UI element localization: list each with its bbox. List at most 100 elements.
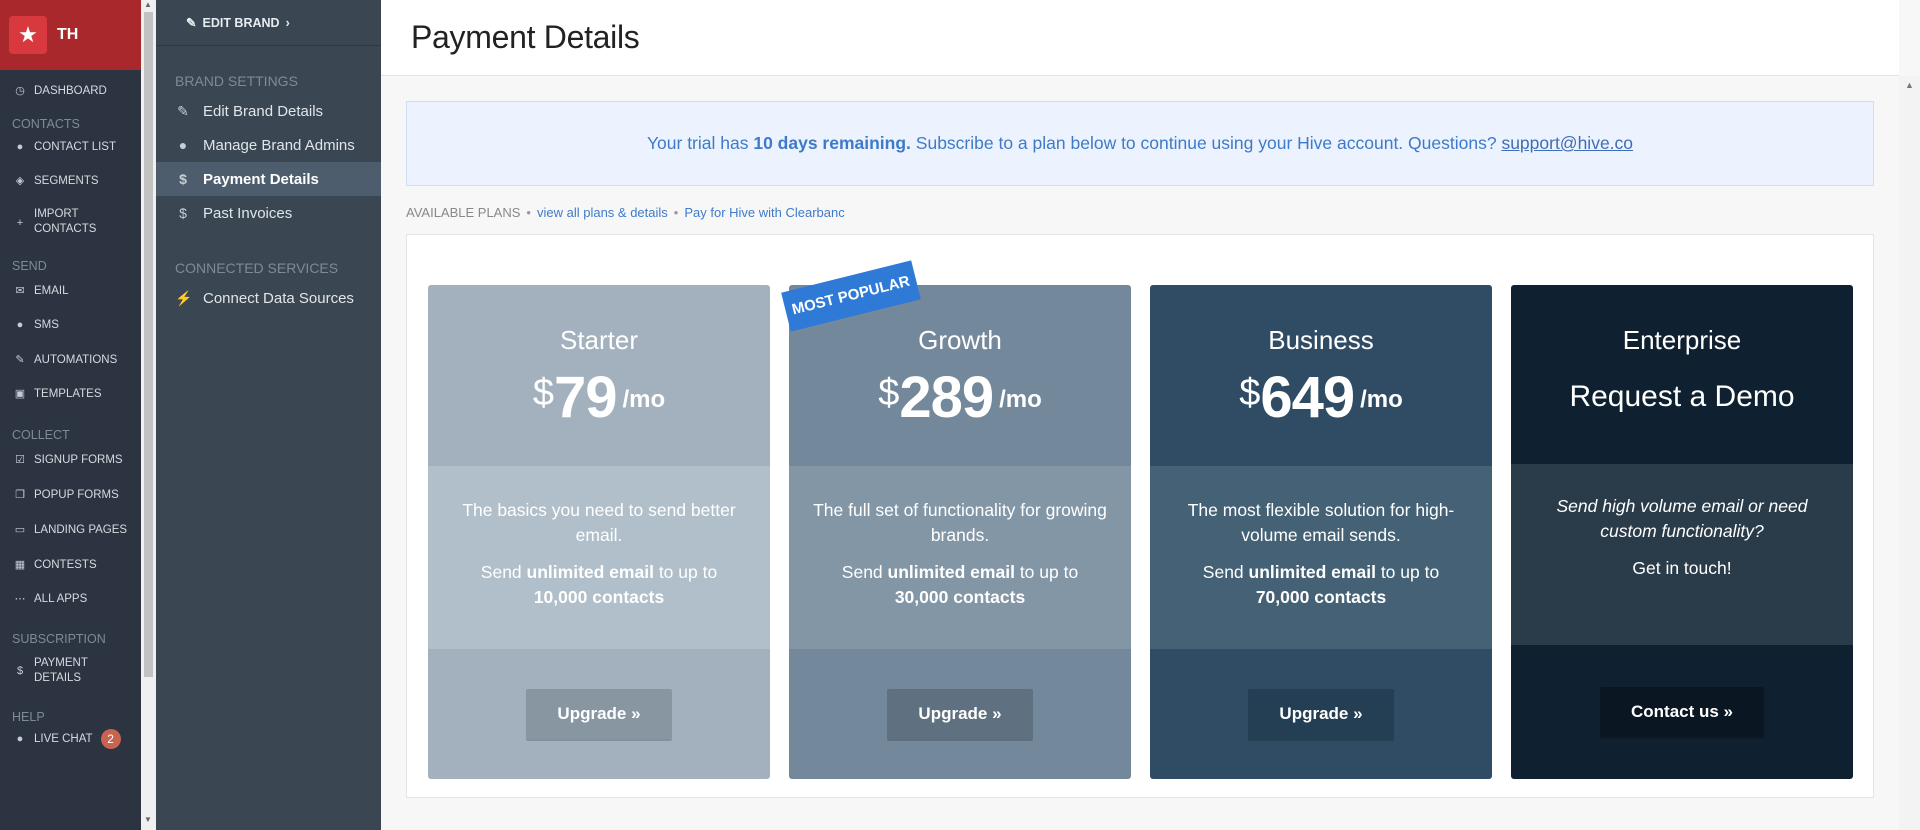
brand-switcher[interactable]: ★ TH: [0, 0, 141, 70]
nav-automations[interactable]: ✎ AUTOMATIONS: [0, 353, 141, 368]
trial-banner: Your trial has 10 days remaining. Subscr…: [406, 101, 1874, 186]
plan-top: Enterprise Request a Demo: [1511, 285, 1853, 464]
brand-settings-sidebar: ✎ EDIT BRAND › BRAND SETTINGS ✎ Edit Bran…: [156, 0, 381, 830]
user-icon: ●: [16, 141, 24, 153]
price-period: /mo: [622, 386, 666, 413]
plan-top: Business $649/mo: [1150, 285, 1492, 466]
view-all-plans-link[interactable]: view all plans & details: [537, 205, 668, 220]
gift-icon: ▦: [14, 559, 26, 571]
nav-email[interactable]: ✉ EMAIL: [0, 284, 141, 299]
nav-sms[interactable]: ● SMS: [0, 318, 141, 333]
clone-icon: ❐: [15, 489, 25, 501]
nav-templates-label: TEMPLATES: [34, 388, 102, 400]
nav-all-apps[interactable]: ⋯ ALL APPS: [0, 592, 141, 607]
nav-section-collect: COLLECT: [12, 428, 70, 442]
nav-contests-label: CONTESTS: [34, 559, 97, 571]
nav-popup-forms-label: POPUP FORMS: [34, 489, 119, 501]
price-amount: 79: [553, 365, 618, 430]
chat-icon: ●: [16, 319, 24, 331]
separator-dot: •: [673, 205, 679, 220]
plan-send-limit: Send unlimited email to up to 70,000 con…: [1202, 562, 1440, 607]
upgrade-growth-button[interactable]: Upgrade »: [887, 689, 1033, 739]
plan-price: $649/mo: [1150, 364, 1492, 431]
chat-icon: ●: [16, 732, 24, 745]
scroll-up-arrow-icon[interactable]: ▲: [144, 0, 152, 9]
subnav-edit-brand-details-label: Edit Brand Details: [203, 102, 324, 120]
nav-popup-forms[interactable]: ❐ POPUP FORMS: [0, 488, 141, 503]
plan-desc-text: Send high volume email or need custom fu…: [1556, 496, 1808, 541]
nav-payment-details[interactable]: $ PAYMENT DETAILS: [0, 656, 141, 686]
plan-footer: Upgrade »: [428, 649, 770, 779]
dollar-icon: $: [16, 665, 24, 677]
subnav-payment-details[interactable]: $ Payment Details: [156, 162, 381, 196]
upgrade-starter-button[interactable]: Upgrade »: [526, 689, 672, 739]
plan-footer: Contact us »: [1511, 645, 1853, 779]
scrollbar-thumb[interactable]: [144, 12, 153, 677]
nav-payment-details-label: PAYMENT DETAILS: [34, 657, 88, 684]
nav-email-label: EMAIL: [34, 285, 69, 297]
scroll-up-arrow-icon[interactable]: ▲: [1905, 80, 1914, 90]
edit-brand-link[interactable]: ✎ EDIT BRAND ›: [156, 0, 381, 46]
edit-brand-label: EDIT BRAND: [202, 15, 280, 30]
pencil-icon: ✎: [177, 102, 189, 119]
upgrade-business-button[interactable]: Upgrade »: [1248, 689, 1394, 739]
plan-card-growth: Growth $289/mo The full set of functiona…: [789, 285, 1131, 779]
subnav-past-invoices[interactable]: $ Past Invoices: [156, 196, 381, 230]
enterprise-headline: Request a Demo: [1569, 380, 1795, 413]
main-content: Payment Details Your trial has 10 days r…: [381, 0, 1899, 830]
magic-wand-icon: ✎: [15, 354, 25, 366]
subnav-edit-brand-details[interactable]: ✎ Edit Brand Details: [156, 94, 381, 128]
plan-name: Starter: [559, 325, 639, 355]
section-connected-services: CONNECTED SERVICES: [175, 260, 339, 276]
scroll-down-arrow-icon[interactable]: ▼: [144, 815, 152, 824]
nav-landing-pages-label: LANDING PAGES: [34, 524, 128, 536]
nav-dashboard[interactable]: ◷ DASHBOARD: [0, 84, 141, 99]
dollar-icon: $: [179, 205, 187, 221]
plan-card-enterprise: Enterprise Request a Demo Send high volu…: [1511, 285, 1853, 779]
sidebar-scrollbar[interactable]: ▲ ▼: [141, 0, 156, 830]
plan-price: $79/mo: [428, 364, 770, 431]
nav-contact-list-label: CONTACT LIST: [34, 141, 116, 153]
contact-us-button[interactable]: Contact us »: [1599, 687, 1765, 737]
plan-desc-text: The basics you need to send better email…: [462, 500, 736, 545]
edit-square-icon: ☑: [15, 454, 25, 466]
subnav-past-invoices-label: Past Invoices: [203, 204, 293, 222]
pencil-icon: ✎: [186, 16, 197, 30]
dollar-icon: $: [179, 171, 187, 187]
nav-contact-list[interactable]: ● CONTACT LIST: [0, 140, 141, 155]
subnav-manage-brand-admins[interactable]: ● Manage Brand Admins: [156, 128, 381, 162]
available-plans-bar: AVAILABLE PLANS • view all plans & detai…: [406, 205, 845, 220]
clearbanc-link[interactable]: Pay for Hive with Clearbanc: [684, 205, 844, 220]
price-period: /mo: [999, 386, 1042, 413]
content-scrollbar[interactable]: ▲: [1899, 76, 1920, 830]
price-period: /mo: [1360, 386, 1403, 413]
page-header: Payment Details: [381, 0, 1899, 76]
plan-footer: Upgrade »: [789, 649, 1131, 779]
plan-card-business: Business $649/mo The most flexible solut…: [1150, 285, 1492, 779]
support-email-link[interactable]: support@hive.co: [1501, 133, 1633, 154]
plan-desc-text: The most flexible solution for high-volu…: [1187, 500, 1455, 545]
dashboard-icon: ◷: [15, 85, 25, 97]
envelope-icon: ✉: [15, 285, 25, 297]
nav-all-apps-label: ALL APPS: [34, 593, 88, 605]
plan-desc-text: The full set of functionality for growin…: [813, 500, 1107, 545]
nav-import-contacts-label: IMPORT CONTACTS: [34, 208, 97, 235]
nav-automations-label: AUTOMATIONS: [34, 354, 118, 366]
nav-sms-label: SMS: [34, 319, 59, 331]
app-root: ★ TH ◷ DASHBOARD CONTACTS ● CONTACT LIST ◈…: [0, 0, 1920, 830]
image-icon: ▣: [14, 388, 26, 400]
nav-live-chat[interactable]: ● LIVE CHAT 2: [0, 729, 141, 749]
subnav-connect-data-sources[interactable]: ⚡ Connect Data Sources: [156, 281, 381, 315]
nav-landing-pages[interactable]: ▭ LANDING PAGES: [0, 523, 141, 538]
section-brand-settings: BRAND SETTINGS: [175, 73, 298, 89]
currency-symbol: $: [878, 372, 900, 414]
nav-templates[interactable]: ▣ TEMPLATES: [0, 387, 141, 402]
nav-live-chat-label: LIVE CHAT: [34, 732, 93, 745]
nav-import-contacts[interactable]: + IMPORT CONTACTS: [0, 207, 141, 237]
plan-send-limit: Send unlimited email to up to 10,000 con…: [480, 562, 718, 607]
plan-description: The basics you need to send better email…: [428, 466, 770, 649]
nav-contests[interactable]: ▦ CONTESTS: [0, 558, 141, 573]
nav-segments[interactable]: ◈ SEGMENTS: [0, 174, 141, 189]
nav-signup-forms[interactable]: ☑ SIGNUP FORMS: [0, 453, 141, 468]
nav-signup-forms-label: SIGNUP FORMS: [34, 454, 123, 466]
